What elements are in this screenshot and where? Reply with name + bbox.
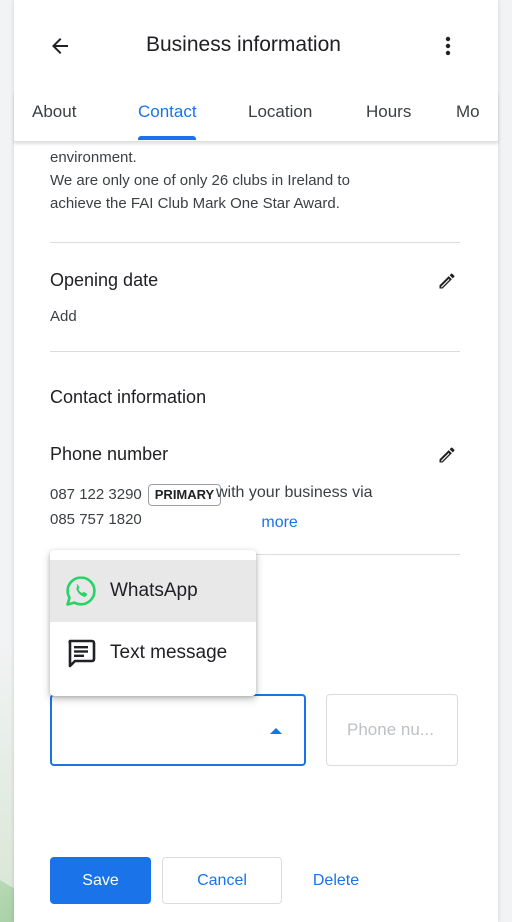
save-button[interactable]: Save [50, 857, 151, 904]
whatsapp-icon [66, 576, 96, 606]
primary-badge: PRIMARY [147, 484, 222, 506]
chat-phone-input[interactable] [326, 694, 458, 766]
chat-helper-text: with your business via Learn more [216, 478, 446, 538]
tab-more[interactable]: Mo [456, 102, 480, 122]
primary-phone-row: 087 122 3290 PRIMARY [50, 484, 222, 506]
text-message-icon [68, 639, 96, 668]
divider [50, 351, 460, 352]
page-title: Business information [146, 33, 341, 56]
back-button[interactable] [44, 30, 76, 62]
header: Business information [14, 0, 498, 92]
chat-type-select[interactable] [50, 694, 306, 766]
phone-number-label: Phone number [50, 444, 169, 464]
active-tab-indicator [138, 136, 196, 140]
delete-button[interactable]: Delete [296, 857, 376, 904]
tab-location[interactable]: Location [248, 102, 312, 122]
opening-date-add[interactable]: Add [50, 308, 77, 325]
tab-hours[interactable]: Hours [366, 102, 411, 122]
description-line: achieve the FAI Club Mark One Star Award… [50, 195, 340, 212]
edit-phone-button[interactable] [434, 442, 460, 468]
tab-contact[interactable]: Contact [138, 102, 197, 122]
chat-type-menu: WhatsApp Text message [50, 550, 256, 696]
menu-item-whatsapp[interactable]: WhatsApp [50, 560, 256, 622]
cancel-button[interactable]: Cancel [162, 857, 282, 904]
contact-information-heading: Contact information [50, 387, 207, 407]
menu-item-label: Text message [110, 642, 228, 663]
edit-opening-date-button[interactable] [434, 268, 460, 294]
secondary-phone-number: 085 757 1820 [50, 511, 142, 528]
more-options-button[interactable] [434, 30, 462, 62]
caret-up-icon [270, 728, 282, 734]
learn-more-link[interactable]: more [261, 514, 297, 531]
tab-bar: About Contact Location Hours Mo [14, 92, 498, 142]
opening-date-label: Opening date [50, 270, 159, 290]
description-line: We are only one of only 26 clubs in Irel… [50, 172, 350, 189]
pencil-icon [439, 447, 455, 463]
primary-phone-number: 087 122 3290 [50, 485, 142, 503]
arrow-back-icon [52, 38, 68, 54]
pencil-icon [439, 273, 455, 289]
menu-item-label: WhatsApp [110, 580, 198, 601]
more-vert-icon [445, 36, 451, 56]
helper-line: with your business via [216, 484, 373, 501]
description-line: environment. [50, 149, 137, 166]
background-right-strip [498, 0, 512, 922]
menu-item-text-message[interactable]: Text message [50, 622, 256, 684]
tab-about[interactable]: About [32, 102, 76, 122]
background-left-strip [0, 0, 14, 922]
business-info-panel: Business information About Contact Locat… [14, 0, 498, 922]
business-description: environment. We are only one of only 26 … [50, 146, 440, 215]
divider [50, 242, 460, 243]
